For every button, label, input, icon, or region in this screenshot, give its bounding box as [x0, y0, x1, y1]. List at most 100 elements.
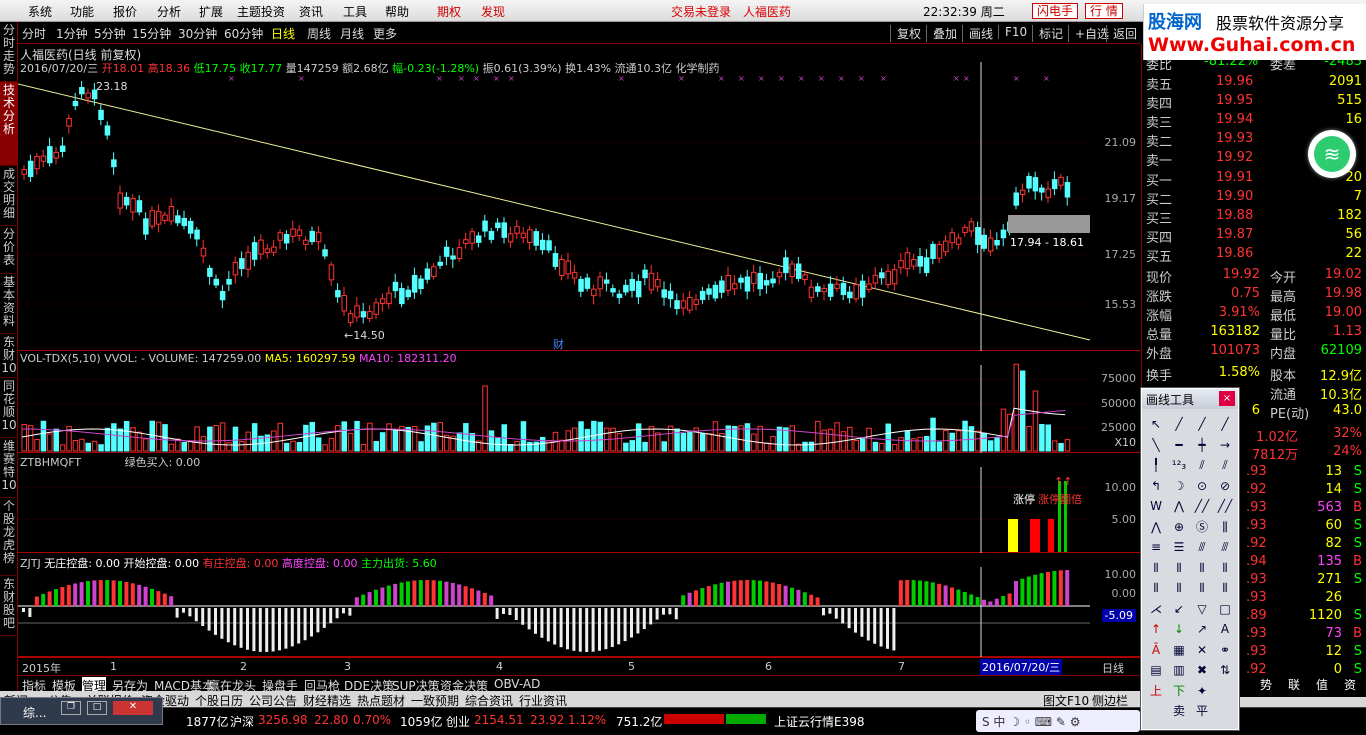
text-a-tool-icon[interactable]: A [1215, 620, 1235, 638]
buy-level-row[interactable]: 买四 19.87 56 [1146, 227, 1364, 246]
cycle1-tool-icon[interactable]: ⦀ [1146, 559, 1166, 577]
peak-tool-icon[interactable]: ⋀ [1146, 518, 1166, 536]
menu-analysis[interactable]: 分析 [157, 3, 181, 20]
sell-level-row[interactable]: 卖五 19.96 2091 [1146, 74, 1364, 93]
close-icon[interactable]: × [1219, 391, 1235, 406]
close-text-tool-icon[interactable]: 平 [1192, 702, 1212, 720]
text-a2-tool-icon[interactable]: Ā [1146, 641, 1166, 659]
angle-tool-icon[interactable]: ⋌ [1146, 600, 1166, 618]
overlay-button[interactable]: 叠加 [926, 25, 957, 42]
buy-mark-tool-icon[interactable]: 上 [1146, 682, 1166, 700]
period-30min[interactable]: 30分钟 [178, 25, 217, 42]
no-draw-tool-icon[interactable]: ⊘ [1215, 477, 1235, 495]
ltab-price-table[interactable]: 分价表 [0, 226, 18, 274]
drawing-tools-panel[interactable]: 画线工具 × ↖ ╱ ╱ ╱ ╲ ━ ┿ → ╿ ¹²₃ ⫽ ⫽ ↰ ☽ ⊙ ⊘ W ⋀ ╱╱ ╱╱ ⋀ ⊕ Ⓢ ⫼ ≡ ☰ ⫻ ⫻ ⦀… [1141, 388, 1239, 730]
menu-news[interactable]: 资讯 [299, 3, 323, 20]
period-5min[interactable]: 5分钟 [94, 25, 126, 42]
ltab-deals[interactable]: 成交明细 [0, 166, 18, 226]
blank1-tool-icon[interactable] [1215, 682, 1235, 700]
fib-tool-icon[interactable]: ¹²₃ [1169, 456, 1189, 474]
flash-trade-button[interactable]: 闪电手 [1032, 3, 1079, 19]
period-weekly[interactable]: 周线 [307, 25, 331, 42]
period-60min[interactable]: 60分钟 [224, 25, 263, 42]
period-1min[interactable]: 1分钟 [56, 25, 88, 42]
buy-level-row[interactable]: 买三 19.88 182 [1146, 208, 1364, 227]
menu-options[interactable]: 期权 [437, 3, 461, 20]
zjtj-pane[interactable]: ZJTJ 无庄控盘: 0.00 开始控盘: 0.00 有庄控盘: 0.00 高度… [18, 553, 1140, 657]
spiral-tool-icon[interactable]: Ⓢ [1192, 518, 1212, 536]
vline-tool-icon[interactable]: ╿ [1146, 456, 1166, 474]
clear-tool-icon[interactable]: ✖ [1192, 661, 1212, 679]
band2-tool-icon[interactable]: ⫻ [1215, 538, 1235, 556]
mark-button[interactable]: 标记 [1032, 25, 1063, 42]
circle-tool-icon[interactable]: ⊙ [1192, 477, 1212, 495]
ray-tool-icon[interactable]: ╱ [1192, 415, 1212, 433]
blank3-tool-icon[interactable] [1215, 702, 1235, 720]
cycle8-tool-icon[interactable]: ⦀ [1215, 579, 1235, 597]
ltab-ths[interactable]: 同花顺10 [0, 378, 18, 438]
double-line2-tool-icon[interactable]: ╱╱ [1215, 497, 1235, 515]
line-tool-icon[interactable]: ╱ [1169, 415, 1189, 433]
triangle-wave-tool-icon[interactable]: ⋀ [1169, 497, 1189, 515]
period-more[interactable]: 更多 [373, 25, 397, 42]
ime-toolbar[interactable]: S 中 ☽ ◦ ⌨ ✎ ⚙ [976, 710, 1140, 732]
diagonal-tool-icon[interactable]: ╲ [1146, 436, 1166, 454]
link-tool-icon[interactable]: ⚭ [1215, 641, 1235, 659]
maximize-icon[interactable]: □ [87, 701, 107, 715]
cycle4-tool-icon[interactable]: ⦀ [1215, 559, 1235, 577]
wave-tool-icon[interactable]: W [1146, 497, 1166, 515]
quote-button[interactable]: 行 情 [1085, 3, 1123, 19]
sell-mark-tool-icon[interactable]: 下 [1169, 682, 1189, 700]
adjust-button[interactable]: 复权 [890, 25, 921, 42]
band-tool-icon[interactable]: ⫻ [1192, 538, 1212, 556]
kline-pane[interactable]: 人福医药(日线 前复权) 2016/07/20/三 开18.01 高18.36 … [18, 44, 1140, 351]
delete-tool-icon[interactable]: ✕ [1192, 641, 1212, 659]
sell-level-row[interactable]: 卖四 19.95 515 [1146, 93, 1364, 112]
cycle7-tool-icon[interactable]: ⦀ [1192, 579, 1212, 597]
ltab-timeshare[interactable]: 分时走势 [0, 22, 18, 82]
menu-quote[interactable]: 报价 [113, 3, 137, 20]
buy-level-row[interactable]: 买二 19.90 7 [1146, 189, 1364, 208]
btn-link[interactable]: 联 [1288, 676, 1300, 693]
cross-tool-icon[interactable]: ┿ [1192, 436, 1212, 454]
limit-up-pane[interactable]: ZTBHMQFT 绿色买入: 0.00 ↑↑ 10.00 5.00 涨停 涨停翻… [18, 453, 1140, 553]
up-red-tool-icon[interactable]: ↗ [1192, 620, 1212, 638]
swap-tool-icon[interactable]: ⇅ [1215, 661, 1235, 679]
period-monthly[interactable]: 月线 [340, 25, 364, 42]
ltab-tech-analysis[interactable]: 技术分析 [0, 82, 18, 166]
btn-value[interactable]: 值 [1316, 676, 1328, 693]
menu-tools[interactable]: 工具 [343, 3, 367, 20]
channel-tool-icon[interactable]: ⫽ [1215, 456, 1235, 474]
gann-tool-icon[interactable]: ⊕ [1169, 518, 1189, 536]
ltab-eastmoney[interactable]: 东财10 [0, 334, 18, 378]
cycle5-tool-icon[interactable]: ⦀ [1146, 579, 1166, 597]
cycle6-tool-icon[interactable]: ⦀ [1169, 579, 1189, 597]
double-line-tool-icon[interactable]: ╱╱ [1192, 497, 1212, 515]
sell-level-row[interactable]: 卖三 19.94 16 [1146, 112, 1364, 131]
rectangle-tool-icon[interactable]: □ [1215, 600, 1235, 618]
crescent-tool-icon[interactable]: ☽ [1169, 477, 1189, 495]
text-lines-tool-icon[interactable]: ☰ [1169, 538, 1189, 556]
cycle3-tool-icon[interactable]: ⦀ [1192, 559, 1212, 577]
f10-button[interactable]: F10 [998, 25, 1027, 39]
list2-tool-icon[interactable]: ▥ [1169, 661, 1189, 679]
period-15min[interactable]: 15分钟 [132, 25, 171, 42]
menu-system[interactable]: 系统 [28, 3, 52, 20]
trade-status[interactable]: 交易未登录 [671, 3, 731, 20]
hline-tool-icon[interactable]: ━ [1169, 436, 1189, 454]
volume-pane[interactable]: VOL-TDX(5,10) VVOL: - VOLUME: 147259.00 … [18, 351, 1140, 453]
period-timeshare[interactable]: 分时 [22, 25, 46, 42]
tab-obv[interactable]: OBV-AD [494, 677, 540, 691]
draw-button[interactable]: 画线 [962, 25, 993, 42]
ltab-wst[interactable]: 维赛特10 [0, 438, 18, 498]
menu-extend[interactable]: 扩展 [199, 3, 223, 20]
btn-capital[interactable]: 资 [1344, 676, 1356, 693]
buy-level-row[interactable]: 买五 19.86 22 [1146, 246, 1364, 265]
cycle2-tool-icon[interactable]: ⦀ [1169, 559, 1189, 577]
ltab-dragon-tiger[interactable]: 个股龙虎榜 [0, 498, 18, 576]
menu-help[interactable]: 帮助 [385, 3, 409, 20]
finance-event-marker[interactable]: 财 [553, 336, 564, 352]
ltab-forum[interactable]: 东财股吧 [0, 576, 18, 636]
blank2-tool-icon[interactable] [1146, 702, 1166, 720]
btn-trend[interactable]: 势 [1260, 676, 1272, 693]
